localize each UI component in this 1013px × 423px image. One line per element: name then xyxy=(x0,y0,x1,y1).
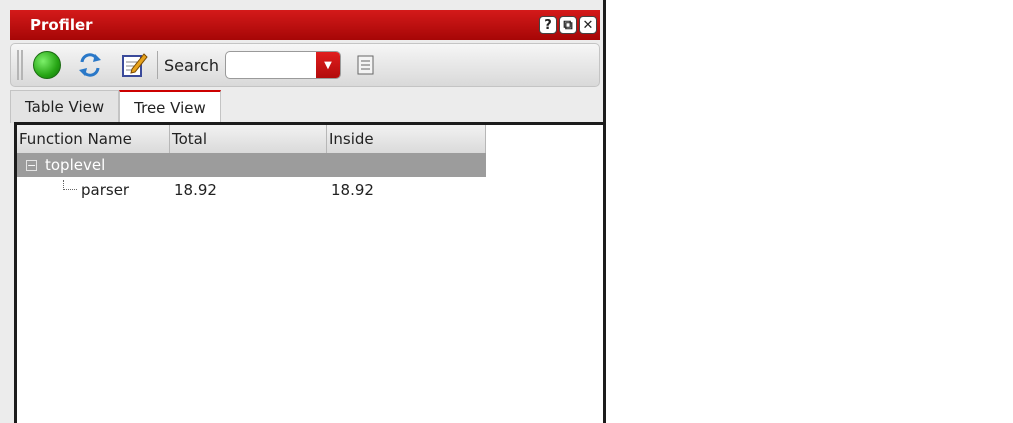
tree-row-parser[interactable]: parser 18.92 18.92 xyxy=(17,177,603,203)
column-header-inside[interactable]: Inside xyxy=(327,125,486,153)
view-tabs: Table View Tree View xyxy=(10,90,221,123)
chevron-down-icon[interactable]: ▼ xyxy=(315,52,340,78)
column-header-total[interactable]: Total xyxy=(170,125,327,153)
profiler-panel: Profiler ? ⧉ ✕ Search ▼ Table View Tree … xyxy=(0,0,605,423)
help-icon[interactable]: ? xyxy=(539,16,557,34)
edit-icon[interactable] xyxy=(119,50,149,80)
tree-branch-line xyxy=(63,180,77,190)
inside-cell: 18.92 xyxy=(331,181,374,199)
function-name-cell: toplevel xyxy=(45,156,106,174)
window-controls: ? ⧉ ✕ xyxy=(539,16,597,34)
panel-border xyxy=(603,0,606,423)
collapse-icon[interactable]: − xyxy=(26,159,37,171)
title-bar: Profiler ? ⧉ ✕ xyxy=(10,10,600,40)
function-name-cell: parser xyxy=(81,181,130,199)
search-label: Search xyxy=(164,55,219,75)
close-icon[interactable]: ✕ xyxy=(579,16,597,34)
window-title: Profiler xyxy=(30,16,93,34)
column-headers: Function Name Total Inside xyxy=(17,125,603,153)
toolbar-separator xyxy=(157,51,158,79)
tab-tree-view[interactable]: Tree View xyxy=(119,90,221,123)
tab-table-view[interactable]: Table View xyxy=(10,90,120,123)
profiler-tree: Function Name Total Inside − toplevel pa… xyxy=(14,122,603,423)
restore-icon[interactable]: ⧉ xyxy=(559,16,577,34)
refresh-icon[interactable] xyxy=(75,50,105,80)
search-combobox[interactable]: ▼ xyxy=(224,51,341,79)
toolbar-grip-handle[interactable] xyxy=(17,50,23,80)
tree-row-toplevel[interactable]: − toplevel xyxy=(17,153,486,177)
toolbar: Search ▼ xyxy=(10,43,600,87)
total-cell: 18.92 xyxy=(174,181,217,199)
run-icon[interactable] xyxy=(33,51,61,79)
column-header-function-name[interactable]: Function Name xyxy=(17,125,170,153)
document-icon[interactable] xyxy=(357,55,375,75)
